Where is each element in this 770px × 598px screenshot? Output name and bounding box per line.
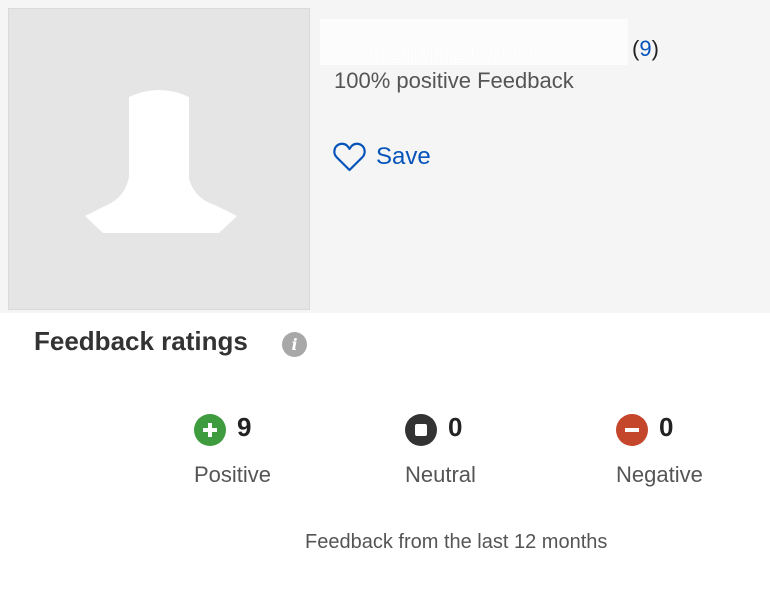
minus-icon bbox=[616, 414, 648, 446]
feedback-score-number[interactable]: 9 bbox=[639, 36, 651, 61]
plus-icon bbox=[194, 414, 226, 446]
user-silhouette-icon bbox=[85, 90, 237, 233]
negative-label: Negative bbox=[616, 462, 703, 487]
heart-icon bbox=[333, 142, 366, 172]
positive-count: 9 bbox=[237, 412, 252, 442]
neutral-count: 0 bbox=[448, 412, 463, 442]
positive-label: Positive bbox=[194, 462, 272, 487]
save-label: Save bbox=[376, 143, 431, 170]
neutral-label: Neutral bbox=[405, 462, 476, 487]
feedback-score[interactable]: (9) bbox=[632, 36, 659, 62]
save-button[interactable]: Save bbox=[333, 140, 431, 174]
info-icon[interactable]: i bbox=[282, 332, 307, 357]
negative-count: 0 bbox=[659, 412, 674, 442]
feedback-ratings-title: Feedback ratings bbox=[34, 326, 248, 356]
square-icon bbox=[405, 414, 437, 446]
avatar bbox=[8, 8, 310, 310]
feedback-period-note: Feedback from the last 12 months bbox=[305, 531, 608, 553]
positive-percent: 100% positive Feedback bbox=[334, 68, 574, 93]
feedback-score-close: ) bbox=[651, 36, 659, 61]
username[interactable]: 20살에시작한세계여행 bbox=[362, 42, 534, 68]
